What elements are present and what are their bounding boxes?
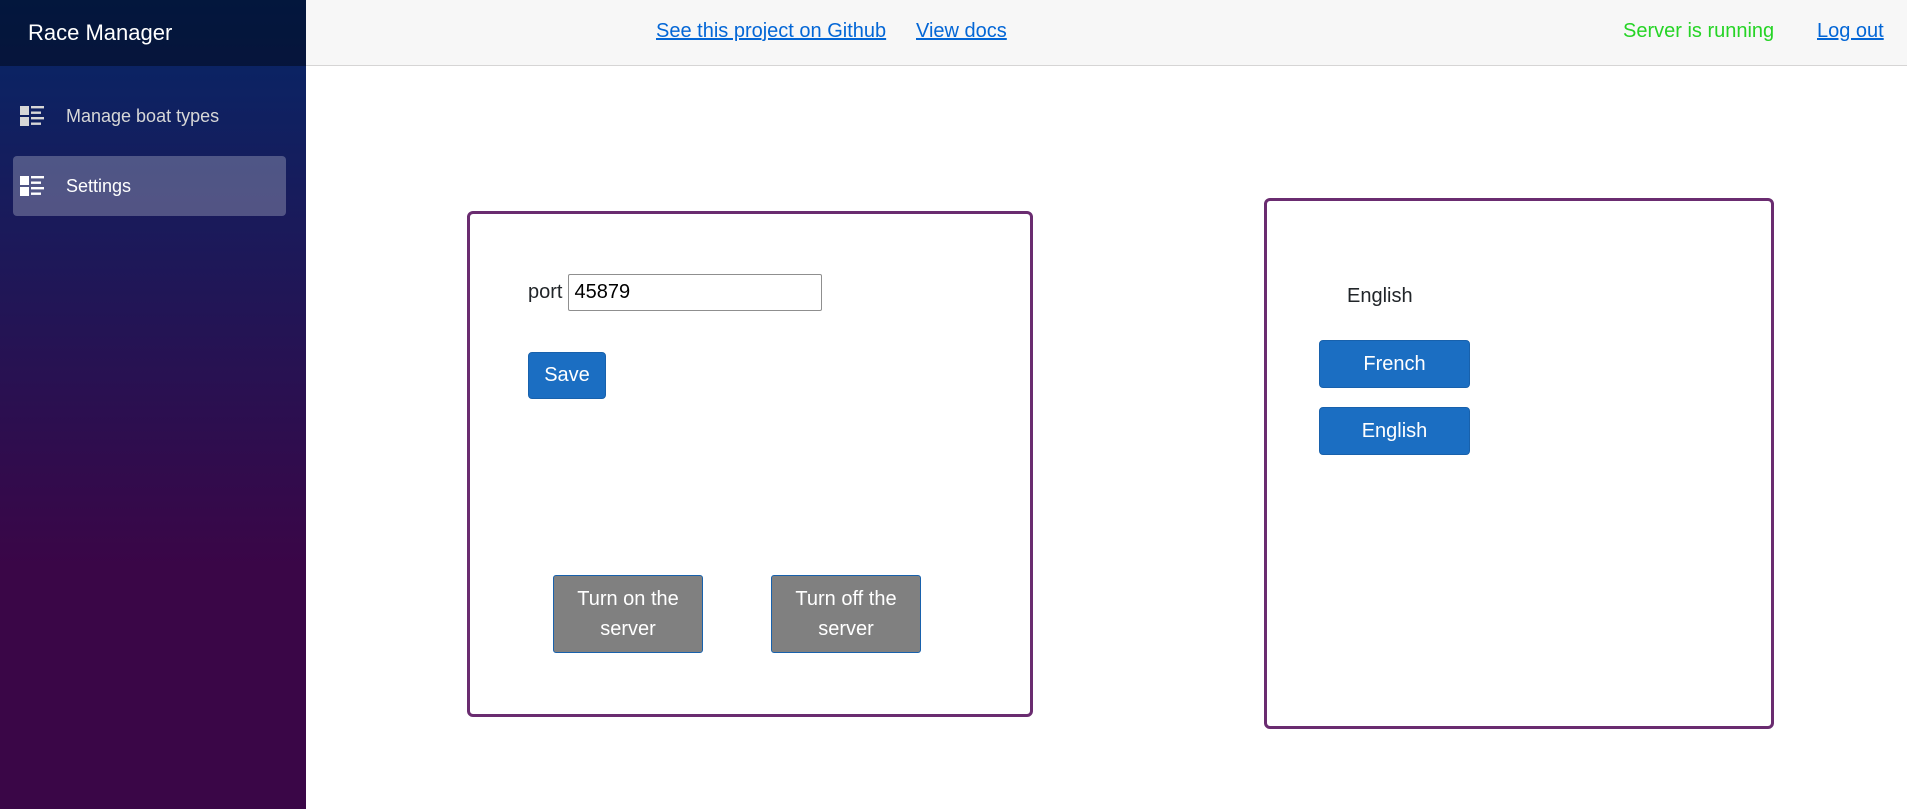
language-card: English French English bbox=[1264, 198, 1774, 729]
sidebar-nav: Manage boat types Settings bbox=[0, 66, 306, 216]
github-link[interactable]: See this project on Github bbox=[656, 20, 886, 43]
current-language: English bbox=[1347, 285, 1413, 307]
list-icon bbox=[20, 175, 46, 197]
logout-link[interactable]: Log out bbox=[1817, 20, 1884, 43]
list-icon bbox=[20, 105, 46, 127]
port-row: port bbox=[528, 274, 823, 311]
app-title[interactable]: Race Manager bbox=[0, 0, 306, 66]
top-bar: See this project on Github View docs Ser… bbox=[306, 0, 1907, 66]
sidebar-item-manage-boat-types[interactable]: Manage boat types bbox=[13, 86, 286, 146]
server-status: Server is running bbox=[1623, 20, 1775, 42]
sidebar-item-label: Settings bbox=[66, 175, 132, 196]
port-input[interactable] bbox=[568, 274, 823, 311]
server-settings-card: port Save Turn on the server Turn off th… bbox=[467, 211, 1033, 717]
sidebar-item-label: Manage boat types bbox=[66, 105, 220, 126]
save-button[interactable]: Save bbox=[528, 352, 606, 399]
sidebar: Race Manager Manage boat types Settings bbox=[0, 0, 306, 809]
turn-on-server-button[interactable]: Turn on the server bbox=[553, 575, 703, 653]
port-label: port bbox=[528, 281, 563, 303]
docs-link[interactable]: View docs bbox=[916, 20, 1007, 43]
sidebar-item-settings[interactable]: Settings bbox=[13, 156, 286, 216]
french-button[interactable]: French bbox=[1319, 340, 1470, 388]
turn-off-server-button[interactable]: Turn off the server bbox=[771, 575, 921, 653]
english-button[interactable]: English bbox=[1319, 407, 1470, 455]
